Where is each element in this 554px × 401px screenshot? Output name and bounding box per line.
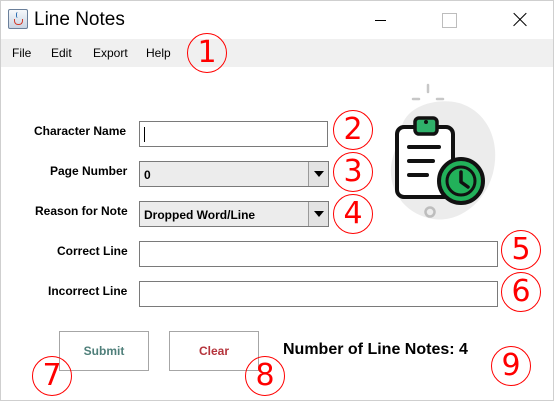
window-title: Line Notes xyxy=(34,9,125,30)
incorrect-line-input[interactable] xyxy=(139,281,498,307)
character-name-label: Character Name xyxy=(34,124,127,138)
incorrect-line-label: Incorrect Line xyxy=(48,284,128,298)
page-number-dropdown-button[interactable] xyxy=(308,162,328,186)
annotation-8: 8 xyxy=(245,356,285,396)
menu-export[interactable]: Export xyxy=(93,46,128,60)
menu-edit[interactable]: Edit xyxy=(51,46,72,60)
annotation-7: 7 xyxy=(32,356,72,396)
line-notes-count: Number of Line Notes: 4 xyxy=(283,341,468,358)
page-number-value: 0 xyxy=(144,168,151,182)
page-number-select[interactable]: 0 xyxy=(139,161,329,187)
app-window: Line Notes File Edit Export Help Charact… xyxy=(0,0,554,401)
title-bar: Line Notes xyxy=(1,1,553,39)
correct-line-input[interactable] xyxy=(139,241,498,267)
menu-file[interactable]: File xyxy=(12,46,31,60)
page-number-label: Page Number xyxy=(50,164,128,178)
annotation-5: 5 xyxy=(501,230,541,270)
menu-bar: File Edit Export Help xyxy=(1,39,553,67)
text-caret xyxy=(144,127,145,142)
annotation-6: 6 xyxy=(501,272,541,312)
correct-line-label: Correct Line xyxy=(57,244,128,258)
submit-button[interactable]: Submit xyxy=(59,331,149,371)
annotation-4: 4 xyxy=(333,194,373,234)
annotation-1: 1 xyxy=(187,33,227,73)
annotation-9: 9 xyxy=(491,346,531,386)
chevron-down-icon xyxy=(314,171,324,177)
annotation-2: 2 xyxy=(333,110,373,150)
java-cup-icon xyxy=(8,9,28,29)
maximize-button[interactable] xyxy=(425,1,471,39)
reason-select[interactable]: Dropped Word/Line xyxy=(139,201,329,227)
character-name-input[interactable] xyxy=(139,121,328,147)
close-button[interactable] xyxy=(497,1,543,39)
reason-dropdown-button[interactable] xyxy=(308,202,328,226)
clear-button[interactable]: Clear xyxy=(169,331,259,371)
chevron-down-icon xyxy=(314,211,324,217)
annotation-3: 3 xyxy=(333,152,373,192)
reason-label: Reason for Note xyxy=(35,204,128,218)
menu-help[interactable]: Help xyxy=(146,46,171,60)
clipboard-clock-icon xyxy=(390,83,496,220)
reason-value: Dropped Word/Line xyxy=(144,208,256,222)
minimize-button[interactable] xyxy=(357,1,403,39)
